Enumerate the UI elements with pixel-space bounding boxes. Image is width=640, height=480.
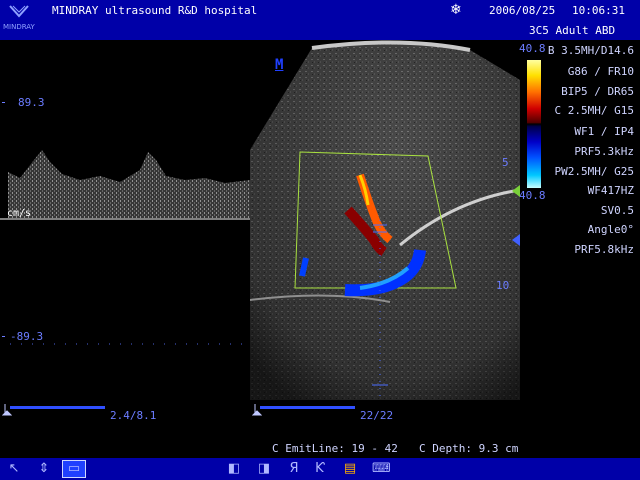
up-down-icon[interactable]: ◨ bbox=[256, 461, 272, 477]
flip-vertical-icon[interactable]: Я bbox=[286, 461, 302, 477]
param-bmode: B 3.5MH/D14.6 bbox=[547, 44, 634, 57]
param-angle: Angle0° bbox=[587, 223, 634, 236]
color-map-icon[interactable]: ▤ bbox=[342, 461, 358, 477]
velocity-unit-label: cm/s bbox=[7, 208, 32, 219]
move-icon[interactable]: ⇕ bbox=[36, 461, 52, 477]
keyboard-icon[interactable]: ⌨ bbox=[372, 461, 391, 477]
doppler-spectrum-panel: 89.3 cm/s -89.3 bbox=[0, 40, 250, 420]
param-pw-freq-gain: PW2.5MH/ G25 bbox=[554, 165, 634, 178]
param-sample-volume: SV0.5 bbox=[600, 204, 634, 217]
time-display: 10:06:31 bbox=[572, 4, 625, 17]
param-pw-prf: PRF5.8kHz bbox=[574, 243, 634, 256]
image-cine-marker[interactable] bbox=[251, 402, 263, 416]
depth-mark-5: 5 bbox=[502, 156, 509, 169]
freeze-snowflake-icon: ❄ bbox=[450, 2, 462, 18]
emit-line-status: C EmitLine: 19 - 42 bbox=[272, 442, 398, 455]
mindray-logo-icon bbox=[4, 4, 34, 22]
pointer-icon[interactable]: ↖ bbox=[6, 461, 22, 477]
logo-text: MINDRAY bbox=[3, 23, 35, 31]
bmode-image[interactable]: M 5 10 bbox=[250, 40, 520, 400]
colorbar-top-value: 40.8 bbox=[519, 42, 546, 55]
doppler-cine-bar[interactable] bbox=[10, 406, 105, 409]
frame-counter: 22/22 bbox=[360, 409, 394, 422]
param-bip-dr: BIP5 / DR65 bbox=[561, 85, 634, 98]
color-flow-scale-bar bbox=[527, 60, 541, 188]
param-color-prf: PRF5.3kHz bbox=[574, 145, 634, 158]
probe-exam-label: 3C5 Adult ABD bbox=[529, 24, 616, 37]
focus-marker-icon bbox=[512, 231, 520, 246]
window-icon[interactable]: ▭ bbox=[62, 460, 86, 478]
velocity-scale-bottom: -89.3 bbox=[10, 330, 44, 343]
image-cine-bar[interactable] bbox=[260, 406, 355, 409]
doppler-cine-marker[interactable] bbox=[1, 402, 13, 416]
depth-status: C Depth: 9.3 cm bbox=[419, 442, 519, 455]
baseline-marker-icon bbox=[512, 182, 520, 197]
param-gain-framerate: G86 / FR10 bbox=[567, 65, 634, 78]
depth-mark-10: 10 bbox=[496, 279, 510, 292]
bottom-toolbar: ↖ ⇕ ▭ ◧ ◨ Я Ƙ ▤ ⌨ bbox=[0, 458, 640, 480]
flip-horizontal-icon[interactable]: Ƙ bbox=[312, 461, 328, 477]
doppler-time-readout: 2.4/8.1 bbox=[110, 409, 157, 422]
left-right-icon[interactable]: ◧ bbox=[226, 461, 242, 477]
orientation-mark: M bbox=[275, 57, 284, 73]
header-bar: MINDRAY MINDRAY ultrasound R&D hospital … bbox=[0, 0, 640, 40]
param-color-freq-gain: C 2.5MH/ G15 bbox=[554, 104, 634, 117]
param-wall-filter: WF417HZ bbox=[587, 184, 634, 197]
hospital-name: MINDRAY ultrasound R&D hospital bbox=[52, 4, 258, 17]
param-wf-ip: WF1 / IP4 bbox=[574, 125, 634, 138]
colorbar-bottom-value: 40.8 bbox=[519, 189, 546, 202]
date-display: 2006/08/25 bbox=[489, 4, 556, 17]
velocity-scale-top: 89.3 bbox=[18, 96, 45, 109]
